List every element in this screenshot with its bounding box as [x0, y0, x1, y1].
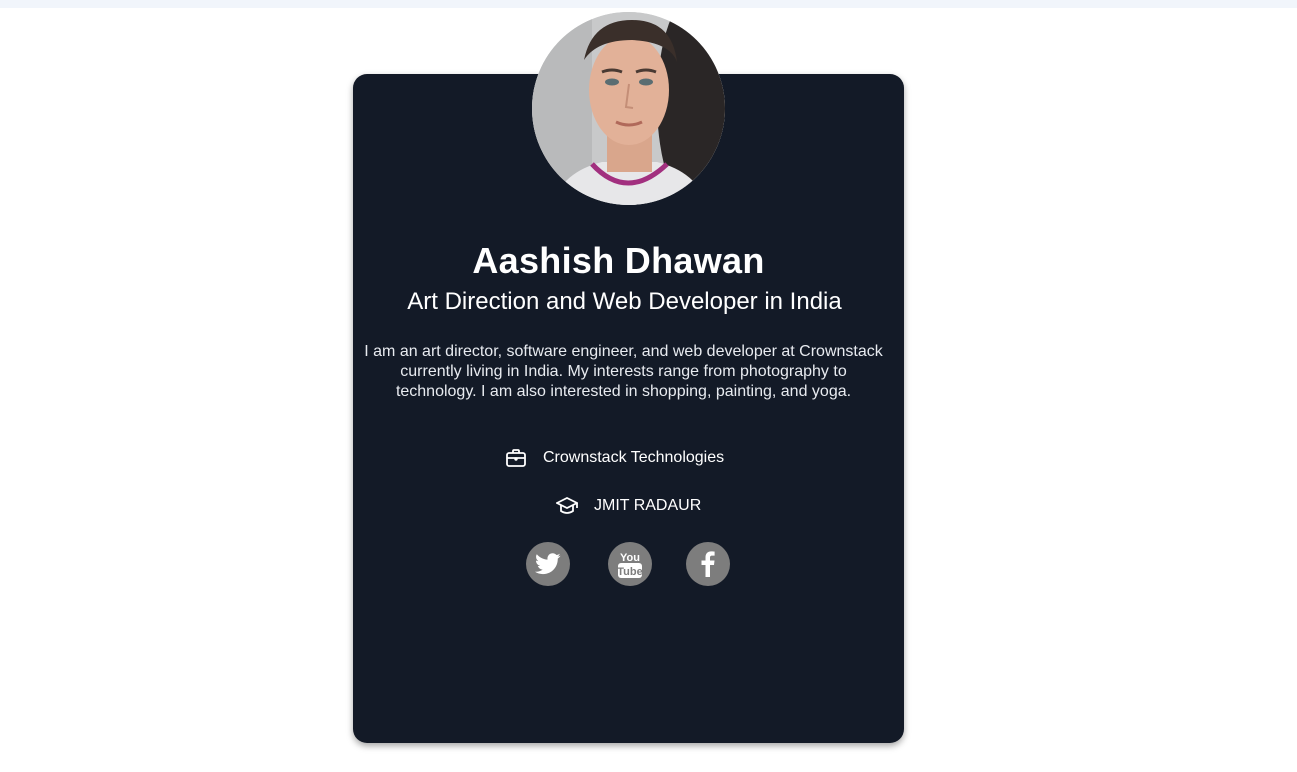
- youtube-icon: You Tube: [617, 552, 643, 578]
- facebook-icon: [701, 551, 715, 577]
- company-row: Crownstack Technologies: [505, 447, 724, 469]
- avatar: [532, 12, 725, 205]
- company-label: Crownstack Technologies: [543, 449, 725, 466]
- top-strip: [0, 0, 1297, 8]
- youtube-button[interactable]: You Tube: [608, 542, 652, 586]
- graduation-cap-icon: [556, 495, 578, 517]
- briefcase-icon: [505, 447, 527, 469]
- svg-text:You: You: [620, 552, 640, 564]
- facebook-button[interactable]: [686, 542, 730, 586]
- twitter-icon: [535, 553, 561, 575]
- school-row: JMIT RADAUR: [556, 495, 701, 517]
- school-label: JMIT RADAUR: [594, 497, 702, 514]
- profile-name: Aashish Dhawan: [472, 240, 765, 281]
- profile-bio: I am an art director, software engineer,…: [364, 343, 883, 400]
- profile-title: Art Direction and Web Developer in India: [407, 288, 842, 315]
- twitter-button[interactable]: [526, 542, 570, 586]
- svg-text:Tube: Tube: [617, 566, 642, 578]
